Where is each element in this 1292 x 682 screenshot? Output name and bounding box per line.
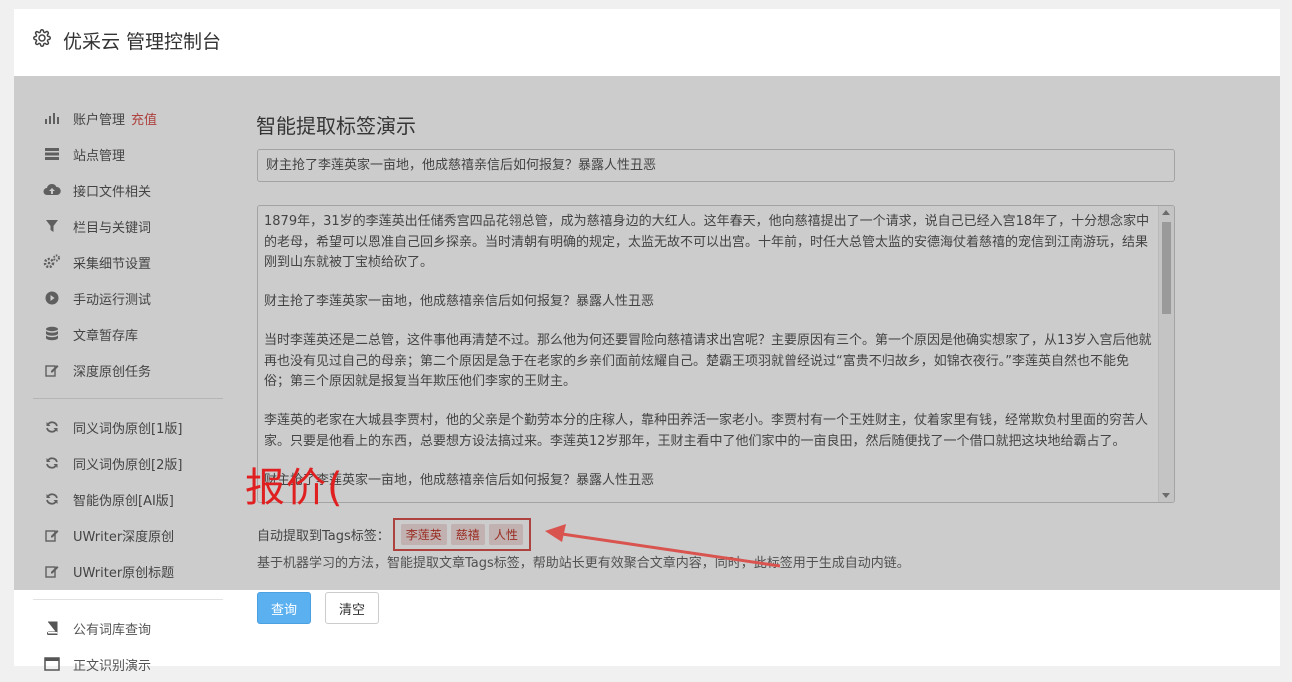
sidebar-item-account[interactable]: 账户管理 充值: [33, 100, 223, 136]
sidebar-item-label: 手动运行测试: [73, 292, 152, 308]
sidebar-item-label: 采集细节设置: [73, 256, 152, 272]
tag-badge: 李莲英: [400, 524, 447, 545]
content-paragraph: 1879年，31岁的李莲英出任储秀宫四品花翎总管，成为慈禧身边的大红人。这年春天…: [264, 214, 1150, 270]
cloud-upload-icon: [43, 181, 61, 199]
window-icon: [43, 655, 61, 673]
sidebar-item-label: 同义词伪原创[1版]: [73, 421, 183, 437]
sidebar-item-label: 智能伪原创[AI版]: [73, 493, 174, 509]
content-paragraph: 李莲英的老家在大城县李贾村，他的父亲是个勤劳本分的庄稼人，靠种田养活一家老小。李…: [264, 413, 1149, 449]
edit-icon: [43, 361, 61, 379]
sidebar-item-label: 文章暂存库: [73, 328, 139, 344]
gears-icon: [43, 253, 61, 271]
scroll-up-arrow-icon[interactable]: [1162, 210, 1170, 215]
tag-badge: 慈禧: [450, 524, 485, 545]
scroll-down-arrow-icon[interactable]: [1162, 493, 1170, 498]
app-title: 优采云 管理控制台: [63, 31, 222, 53]
sidebar-item-label: 深度原创任务: [73, 364, 152, 380]
top-header: 优采云 管理控制台: [14, 9, 1280, 77]
sidebar: 账户管理 充值 站点管理 接口文件相关 栏目与关键词 采集细节设置 手动运行测试…: [33, 100, 223, 682]
tags-label: 自动提取到Tags标签：: [257, 529, 390, 544]
sidebar-item-manual-run[interactable]: 手动运行测试: [33, 280, 223, 316]
edit-icon: [43, 562, 61, 580]
bar-chart-icon: [43, 109, 61, 127]
sidebar-item-label: 站点管理: [73, 148, 126, 164]
content-paragraph: 财主抢了李莲英家一亩地，他成慈禧亲信后如何报复？暴露人性丑恶: [264, 294, 655, 309]
sidebar-item-text-recognition[interactable]: 正文识别演示: [33, 646, 223, 682]
refresh-icon: [43, 418, 61, 436]
sidebar-item-interface-files[interactable]: 接口文件相关: [33, 172, 223, 208]
sidebar-item-label: 公有词库查询: [73, 622, 152, 638]
refresh-icon: [43, 490, 61, 508]
sidebar-item-label: 接口文件相关: [73, 184, 152, 200]
recharge-link[interactable]: 充值: [131, 109, 157, 128]
sidebar-item-sites[interactable]: 站点管理: [33, 136, 223, 172]
article-title-input[interactable]: 财主抢了李莲英家一亩地，他成慈禧亲信后如何报复？暴露人性丑恶: [257, 149, 1175, 182]
article-content-text: 1879年，31岁的李莲英出任储秀宫四品花翎总管，成为慈禧身边的大红人。这年春天…: [264, 212, 1152, 502]
page-title: 智能提取标签演示: [256, 114, 416, 138]
sidebar-item-label: 账户管理: [73, 112, 126, 128]
database-icon: [43, 325, 61, 343]
tags-highlight-box: 李莲英 慈禧 人性: [392, 518, 531, 551]
tags-row: 自动提取到Tags标签： 李莲英 慈禧 人性: [257, 518, 531, 551]
sidebar-item-label: 栏目与关键词: [73, 220, 152, 236]
sidebar-item-label: 正文识别演示: [73, 658, 152, 674]
sidebar-item-uwriter-title[interactable]: UWriter原创标题: [33, 553, 223, 589]
sidebar-item-deep-original-task[interactable]: 深度原创任务: [33, 352, 223, 388]
sidebar-item-label: UWriter原创标题: [73, 565, 175, 581]
query-button[interactable]: 查询: [257, 592, 311, 624]
feature-description: 基于机器学习的方法，智能提取文章Tags标签，帮助站长更有效聚合文章内容，同时，…: [257, 556, 910, 571]
filter-icon: [43, 217, 61, 235]
gear-icon: [33, 29, 51, 47]
server-icon: [43, 145, 61, 163]
sidebar-divider: [33, 398, 223, 399]
clear-button[interactable]: 清空: [325, 592, 379, 624]
content-paragraph: 当时李莲英还是二总管，这件事他再清楚不过。那么他为何还要冒险向慈禧请求出宫呢？主…: [264, 333, 1152, 389]
sidebar-item-columns-keywords[interactable]: 栏目与关键词: [33, 208, 223, 244]
sidebar-item-synonym-v1[interactable]: 同义词伪原创[1版]: [33, 409, 223, 445]
sidebar-item-article-storage[interactable]: 文章暂存库: [33, 316, 223, 352]
sidebar-item-collect-settings[interactable]: 采集细节设置: [33, 244, 223, 280]
book-icon: [43, 619, 61, 637]
sidebar-item-ai-rewrite[interactable]: 智能伪原创[AI版]: [33, 481, 223, 517]
play-icon: [43, 289, 61, 307]
article-content-textarea[interactable]: 1879年，31岁的李莲英出任储秀宫四品花翎总管，成为慈禧身边的大红人。这年春天…: [257, 205, 1175, 503]
sidebar-item-uwriter-deep[interactable]: UWriter深度原创: [33, 517, 223, 553]
refresh-icon: [43, 454, 61, 472]
sidebar-item-synonym-v2[interactable]: 同义词伪原创[2版]: [33, 445, 223, 481]
content-scrollbar[interactable]: [1158, 206, 1174, 502]
content-paragraph: 财主抢了李莲英家一亩地，他成慈禧亲信后如何报复？暴露人性丑恶: [264, 472, 655, 488]
edit-icon: [43, 526, 61, 544]
sidebar-item-label: 同义词伪原创[2版]: [73, 457, 183, 473]
scroll-thumb[interactable]: [1162, 222, 1171, 314]
tag-badge: 人性: [488, 524, 523, 545]
sidebar-divider: [33, 599, 223, 600]
annotation-text: 报价(: [245, 465, 344, 511]
sidebar-item-label: UWriter深度原创: [73, 529, 175, 545]
sidebar-item-public-lexicon[interactable]: 公有词库查询: [33, 610, 223, 646]
